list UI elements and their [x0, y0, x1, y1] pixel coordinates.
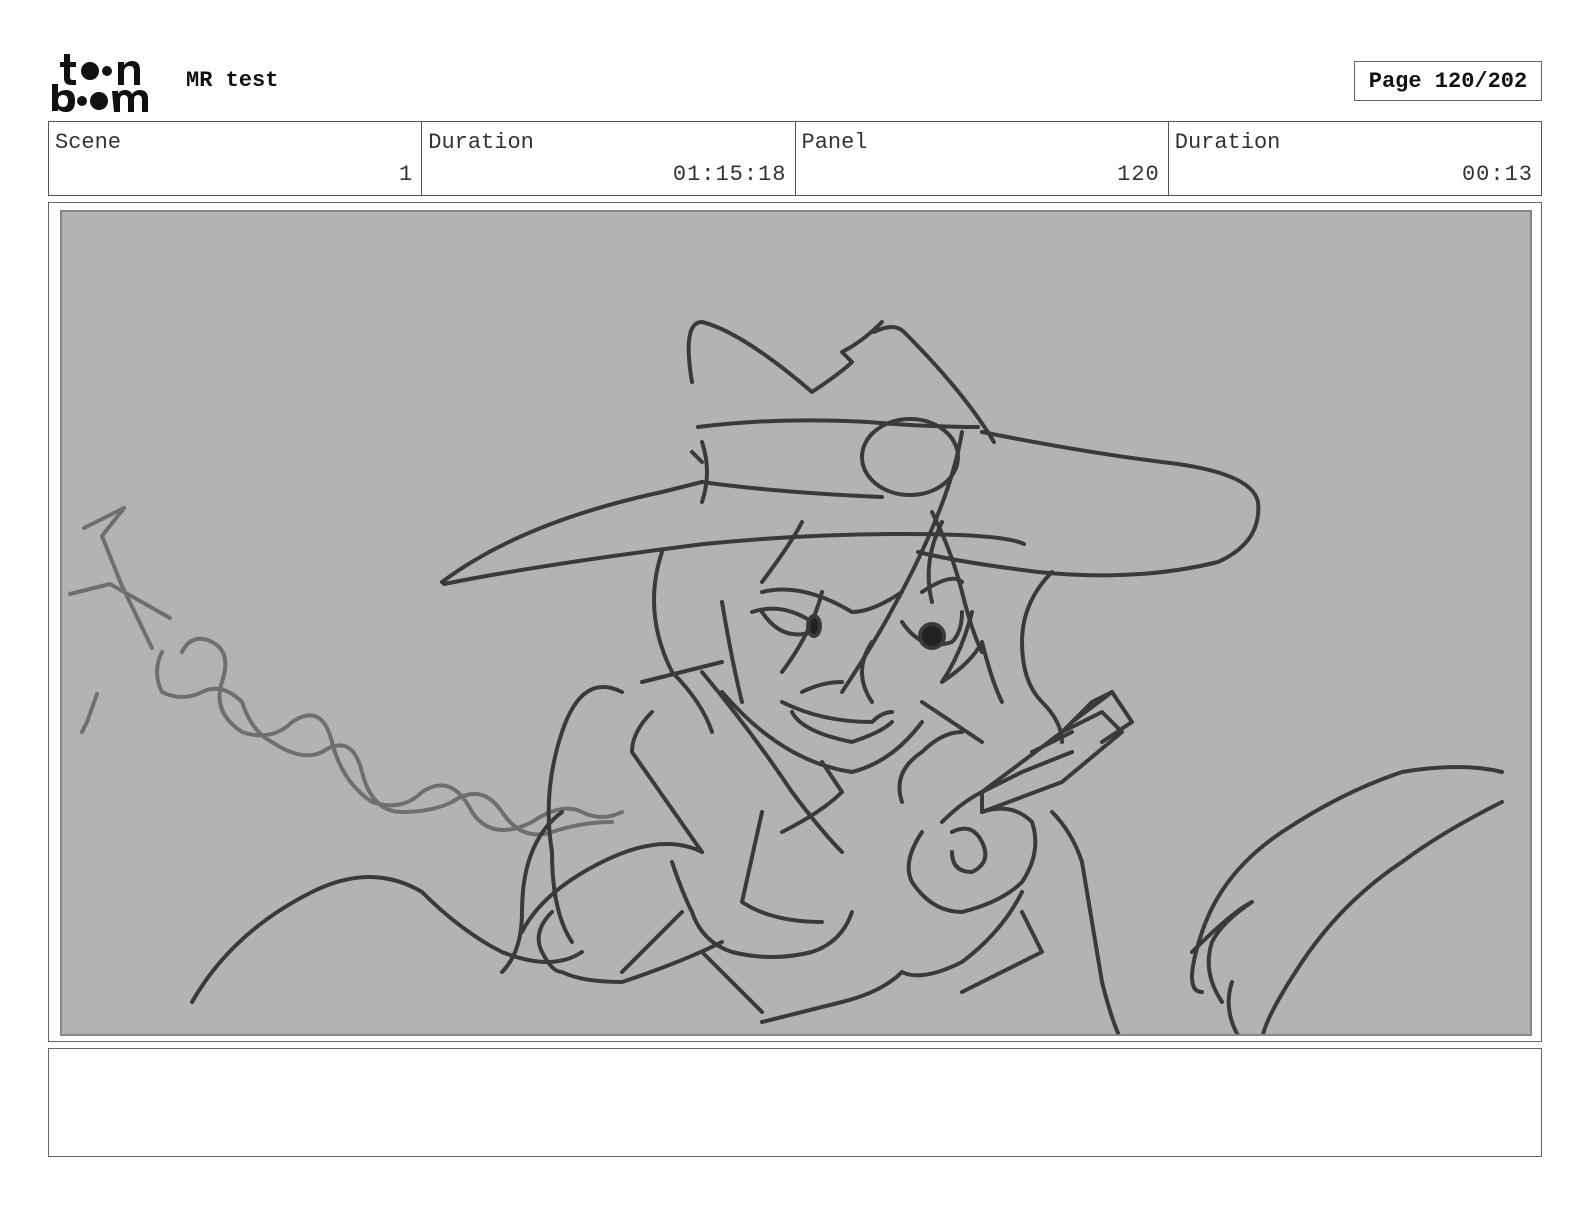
panel-image — [60, 210, 1532, 1036]
panel-notes-box[interactable] — [48, 1048, 1542, 1157]
panel-duration-cell: Duration 00:13 — [1169, 122, 1541, 195]
scene-duration-label: Duration — [428, 130, 534, 155]
scene-cell: Scene 1 — [49, 122, 423, 195]
page-indicator: Page 120/202 — [1354, 61, 1542, 101]
toonboom-logo: toon boom — [52, 50, 164, 112]
panel-cell: Panel 120 — [796, 122, 1169, 195]
scene-value: 1 — [399, 162, 414, 187]
scene-label: Scene — [55, 130, 122, 155]
panel-info-row: Scene 1 Duration 01:15:18 Panel 120 Dura… — [48, 121, 1542, 196]
scene-duration-value: 01:15:18 — [672, 162, 787, 187]
scene-duration-cell: Duration 01:15:18 — [422, 122, 796, 195]
cowgirl-with-pistol-sketch — [68, 320, 1504, 1034]
panel-duration-label: Duration — [1174, 130, 1281, 155]
panel-label: Panel — [801, 130, 868, 155]
panel-value: 120 — [1117, 162, 1160, 187]
panel-duration-value: 00:13 — [1461, 162, 1533, 187]
project-title: MR test — [186, 68, 279, 93]
